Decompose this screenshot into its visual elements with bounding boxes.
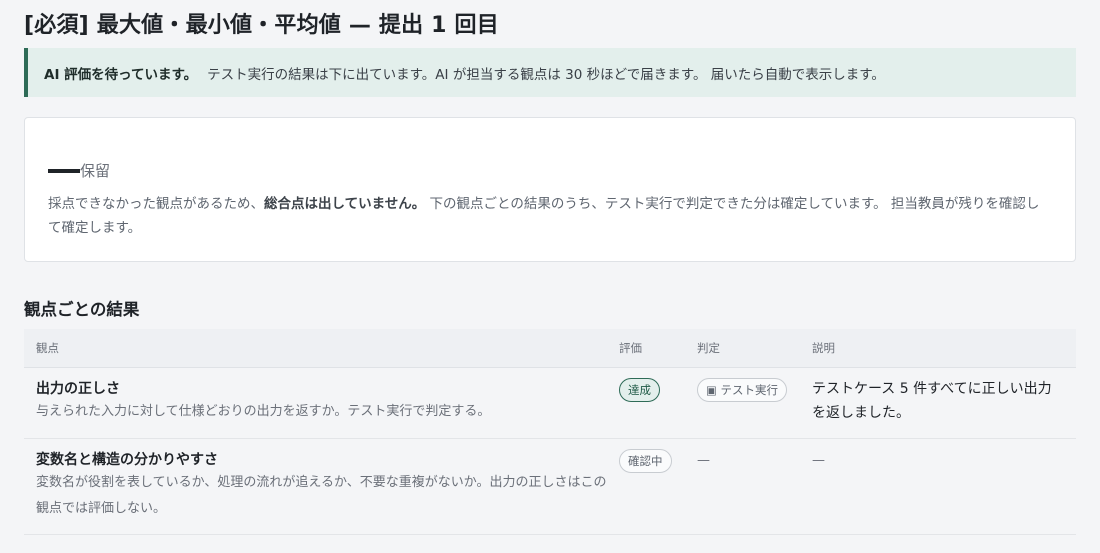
explanation-cell: テストケース 5 件すべてに正しい出力を返しました。	[800, 368, 1076, 438]
summary-text-strong: 総合点は出していません。	[264, 196, 426, 212]
table-row: 変数名と構造の分かりやすさ 変数名が役割を表しているか、処理の流れが追えるか、不…	[24, 439, 1076, 535]
explanation-empty: —	[812, 453, 825, 468]
grade-badge: 達成	[619, 378, 660, 402]
summary-text: 採点できなかった観点があるため、総合点は出していません。 下の観点ごとの結果のう…	[48, 192, 1051, 240]
table-row: 出力の正しさ 与えられた入力に対して仕様どおりの出力を返すか。テスト実行で判定す…	[24, 368, 1076, 439]
judge-cell: ▣ テスト実行	[685, 368, 800, 438]
notice-text: テスト実行の結果は下に出ています。AI が担当する観点は 30 秒ほどで届きます…	[207, 66, 885, 83]
page-title: [必須] 最大値・最小値・平均値 — 提出 1 回目	[24, 13, 499, 38]
grade-cell: 確認中	[607, 439, 685, 534]
criterion-description: 与えられた入力に対して仕様どおりの出力を返すか。テスト実行で判定する。	[36, 404, 491, 419]
summary-card: 保留 採点できなかった観点があるため、総合点は出していません。 下の観点ごとの結…	[24, 117, 1076, 262]
grade-cell: 達成	[607, 368, 685, 438]
criterion-cell: 変数名と構造の分かりやすさ 変数名が役割を表しているか、処理の流れが追えるか、不…	[24, 439, 607, 534]
summary-text-before: 採点できなかった観点があるため、	[48, 196, 264, 212]
status-label: 保留	[80, 162, 111, 180]
judge-cell: —	[685, 439, 800, 534]
explanation-text: テストケース 5 件すべてに正しい出力を返しました。	[812, 381, 1052, 421]
table-header: 観点 評価 判定 説明	[24, 329, 1076, 368]
status-bar-icon	[48, 168, 80, 173]
notice-strong: AI 評価を待っています。	[44, 66, 198, 83]
criterion-cell: 出力の正しさ 与えられた入力に対して仕様どおりの出力を返すか。テスト実行で判定す…	[24, 368, 607, 438]
header-grade: 評価	[619, 341, 642, 355]
judge-badge: ▣ テスト実行	[697, 378, 788, 402]
header-criterion: 観点	[36, 341, 59, 355]
explanation-cell: —	[800, 439, 1076, 534]
status-row: 保留	[48, 160, 110, 181]
criterion-name: 出力の正しさ	[36, 381, 120, 397]
grade-badge: 確認中	[619, 449, 672, 473]
section-title: 観点ごとの結果	[24, 300, 140, 319]
criterion-description: 変数名が役割を表しているか、処理の流れが追えるか、不要な重複がないか。出力の正し…	[36, 475, 607, 516]
judge-empty: —	[697, 453, 710, 468]
criterion-name: 変数名と構造の分かりやすさ	[36, 452, 218, 468]
header-explanation: 説明	[812, 341, 835, 355]
page-container: [必須] 最大値・最小値・平均値 — 提出 1 回目 AI 評価を待っています。…	[0, 0, 1100, 262]
criteria-table: 観点 評価 判定 説明 出力の正しさ 与えられた入力に対して仕様どおりの出力を返…	[24, 329, 1076, 535]
header-judge: 判定	[697, 341, 720, 355]
ai-pending-notice: AI 評価を待っています。 テスト実行の結果は下に出ています。AI が担当する観…	[24, 48, 1076, 97]
